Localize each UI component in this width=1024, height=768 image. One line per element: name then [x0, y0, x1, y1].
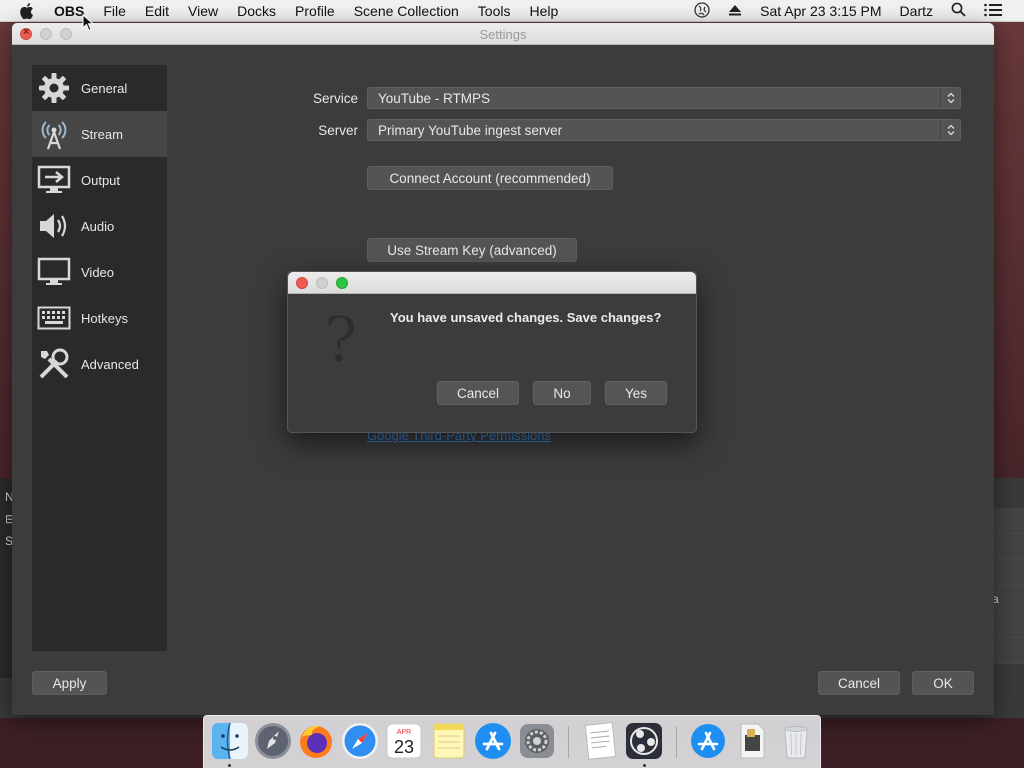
menu-user[interactable]: Dartz	[900, 3, 933, 19]
sidebar-label-hotkeys: Hotkeys	[81, 310, 128, 326]
system-preferences-icon[interactable]	[517, 721, 557, 761]
downloads-app-store-icon[interactable]	[688, 721, 728, 761]
dialog-no-button[interactable]: No	[533, 381, 591, 405]
server-value: Primary YouTube ingest server	[378, 123, 563, 138]
notes-icon[interactable]	[429, 721, 469, 761]
sidebar-item-video[interactable]: Video	[32, 249, 167, 295]
settings-cancel-button[interactable]: Cancel	[818, 671, 900, 695]
spotlight-search-icon[interactable]	[951, 2, 966, 20]
dialog-yes-button[interactable]: Yes	[605, 381, 667, 405]
obs-app-icon[interactable]	[624, 721, 664, 761]
menu-help[interactable]: Help	[529, 3, 558, 19]
sidebar-label-stream: Stream	[81, 126, 123, 142]
keyboard-icon	[37, 301, 71, 335]
menu-bar: OBS File Edit View Docks Profile Scene C…	[0, 0, 1024, 22]
gear-icon	[37, 71, 71, 105]
eject-icon[interactable]	[728, 3, 742, 19]
sidebar-item-hotkeys[interactable]: Hotkeys	[32, 295, 167, 341]
firefox-icon[interactable]	[296, 721, 336, 761]
menu-edit[interactable]: Edit	[145, 3, 169, 19]
connect-account-button[interactable]: Connect Account (recommended)	[367, 166, 613, 190]
settings-sidebar: General Stream Output Audio Video Hotkey…	[32, 65, 167, 651]
antenna-icon	[37, 117, 71, 151]
dock: APR 23	[203, 715, 821, 768]
tools-icon	[37, 347, 71, 381]
menu-tools[interactable]: Tools	[478, 3, 511, 19]
dialog-message: You have unsaved changes. Save changes?	[390, 310, 662, 325]
apple-menu-icon[interactable]	[20, 2, 34, 19]
calendar-month-label: APR	[397, 729, 411, 736]
mouse-cursor-icon	[82, 13, 95, 37]
settings-titlebar[interactable]: Settings	[12, 23, 994, 45]
obs-main-left-strip: N ⊟ S	[0, 478, 15, 678]
menu-file[interactable]: File	[103, 3, 126, 19]
use-stream-key-button[interactable]: Use Stream Key (advanced)	[367, 238, 577, 262]
select-arrows-icon	[940, 88, 960, 108]
sidebar-label-video: Video	[81, 264, 115, 280]
menu-profile[interactable]: Profile	[295, 3, 335, 19]
server-select[interactable]: Primary YouTube ingest server	[367, 119, 961, 141]
question-icon: ?	[324, 303, 358, 376]
service-select[interactable]: YouTube - RTMPS	[367, 87, 961, 109]
service-label: Service	[312, 91, 358, 106]
apply-button[interactable]: Apply	[32, 671, 107, 695]
sidebar-label-advanced: Advanced	[81, 356, 139, 372]
dialog-minimize-button[interactable]	[316, 277, 328, 289]
output-monitor-icon	[37, 163, 71, 197]
speaker-icon	[37, 209, 71, 243]
sidebar-label-general: General	[81, 80, 128, 96]
sidebar-item-general[interactable]: General	[32, 65, 167, 111]
sidebar-item-output[interactable]: Output	[32, 157, 167, 203]
service-value: YouTube - RTMPS	[378, 91, 491, 106]
finder-icon[interactable]	[210, 721, 250, 761]
sidebar-label-audio: Audio	[81, 218, 115, 234]
dialog-titlebar[interactable]	[288, 272, 696, 294]
dialog-cancel-button[interactable]: Cancel	[437, 381, 519, 405]
app-store-icon[interactable]	[473, 721, 513, 761]
ok-button[interactable]: OK	[912, 671, 974, 695]
select-arrows-icon	[940, 120, 960, 140]
trash-icon[interactable]	[776, 721, 816, 761]
sidebar-item-advanced[interactable]: Advanced	[32, 341, 167, 387]
textedit-icon[interactable]	[580, 721, 620, 761]
settings-title: Settings	[479, 27, 527, 42]
dock-separator	[568, 726, 569, 758]
safari-icon[interactable]	[340, 721, 380, 761]
calendar-icon[interactable]: APR 23	[384, 721, 424, 761]
notification-center-icon[interactable]	[984, 3, 1002, 20]
monitor-icon	[37, 255, 71, 289]
obs-status-icon[interactable]	[694, 1, 710, 21]
sidebar-item-audio[interactable]: Audio	[32, 203, 167, 249]
dialog-zoom-button[interactable]	[336, 277, 348, 289]
menu-scene-collection[interactable]: Scene Collection	[354, 3, 459, 19]
unsaved-changes-dialog: ? You have unsaved changes. Save changes…	[287, 271, 697, 433]
sidebar-label-output: Output	[81, 172, 121, 188]
menu-docks[interactable]: Docks	[237, 3, 276, 19]
menu-app-obs[interactable]: OBS	[54, 3, 84, 19]
obs-main-right-strip: a	[992, 508, 1024, 664]
dock-separator	[676, 726, 677, 758]
obs-running-indicator	[643, 764, 646, 767]
server-label: Server	[318, 123, 358, 138]
sidebar-item-stream[interactable]: Stream	[32, 111, 167, 157]
finder-running-indicator	[228, 764, 231, 767]
preview-document-icon[interactable]	[732, 721, 772, 761]
menu-clock[interactable]: Sat Apr 23 3:15 PM	[760, 3, 881, 19]
menu-view[interactable]: View	[188, 3, 218, 19]
launchpad-icon[interactable]	[253, 721, 293, 761]
dialog-close-button[interactable]	[296, 277, 308, 289]
calendar-day-label: 23	[394, 737, 414, 757]
